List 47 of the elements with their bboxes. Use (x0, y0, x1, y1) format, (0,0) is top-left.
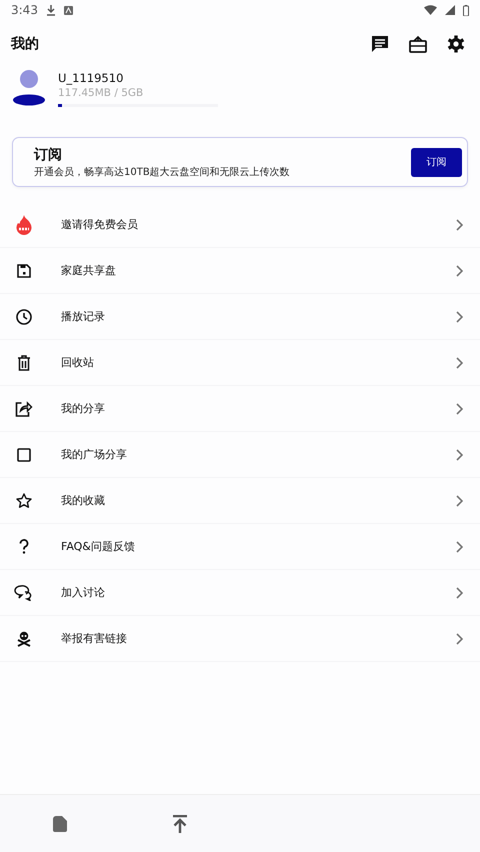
skull-crossbones-icon (16, 630, 32, 646)
chevron-right-icon (456, 540, 463, 552)
avatar-icon (12, 70, 46, 106)
notification-icon (64, 6, 73, 14)
download-icon (46, 4, 56, 16)
settings-icon[interactable] (447, 35, 465, 53)
menu-item-label[interactable]: 播放记录 (61, 309, 105, 324)
upload-icon[interactable] (173, 814, 187, 832)
chevron-right-icon (456, 218, 463, 230)
wifi-icon (424, 5, 437, 15)
chevron-right-icon (456, 310, 463, 322)
card-title: 订阅 (34, 146, 63, 164)
card-description: 开通会员，畅享高达10TB超大云盘空间和无限云上传次数 (34, 166, 291, 178)
menu-item-label[interactable]: 举报有害链接 (61, 631, 127, 646)
menu-item-label[interactable]: 加入讨论 (61, 585, 105, 600)
question-mark-icon (19, 539, 29, 554)
chevron-right-icon (456, 356, 463, 368)
page-title: 我的 (11, 35, 39, 53)
square-icon (17, 448, 31, 462)
star-icon (16, 492, 32, 508)
chevron-right-icon (456, 632, 463, 644)
username: U_1119510 (58, 71, 124, 85)
chat-bubbles-icon (14, 584, 34, 600)
menu-item-label[interactable]: FAQ&问题反馈 (61, 539, 135, 554)
menu-item-label[interactable]: 回收站 (61, 355, 94, 370)
menu-item-label[interactable]: 我的收藏 (61, 493, 105, 508)
clock-icon (16, 308, 32, 324)
chevron-right-icon (456, 448, 463, 460)
chevron-right-icon (456, 494, 463, 506)
trash-icon (17, 354, 31, 370)
file-icon[interactable] (53, 816, 67, 832)
menu-item-label[interactable]: 家庭共享盘 (61, 263, 116, 278)
menu-item-label[interactable]: 邀请得免费会员 (61, 217, 138, 232)
chevron-right-icon (456, 264, 463, 276)
message-icon[interactable] (371, 35, 389, 53)
storage-usage: 117.45MB / 5GB (58, 87, 144, 99)
chevron-right-icon (456, 402, 463, 414)
gift-box-icon[interactable] (409, 35, 427, 53)
battery-icon (463, 4, 469, 16)
share-icon (16, 400, 32, 416)
subscribe-button[interactable]: 订阅 (411, 148, 462, 176)
chevron-right-icon (456, 586, 463, 598)
signal-icon (445, 5, 455, 15)
status-time: 3:43 (11, 3, 38, 17)
menu-item-label[interactable]: 我的分享 (61, 401, 105, 416)
hot-flame-icon (15, 214, 33, 234)
menu-item-label[interactable]: 我的广场分享 (61, 447, 127, 462)
